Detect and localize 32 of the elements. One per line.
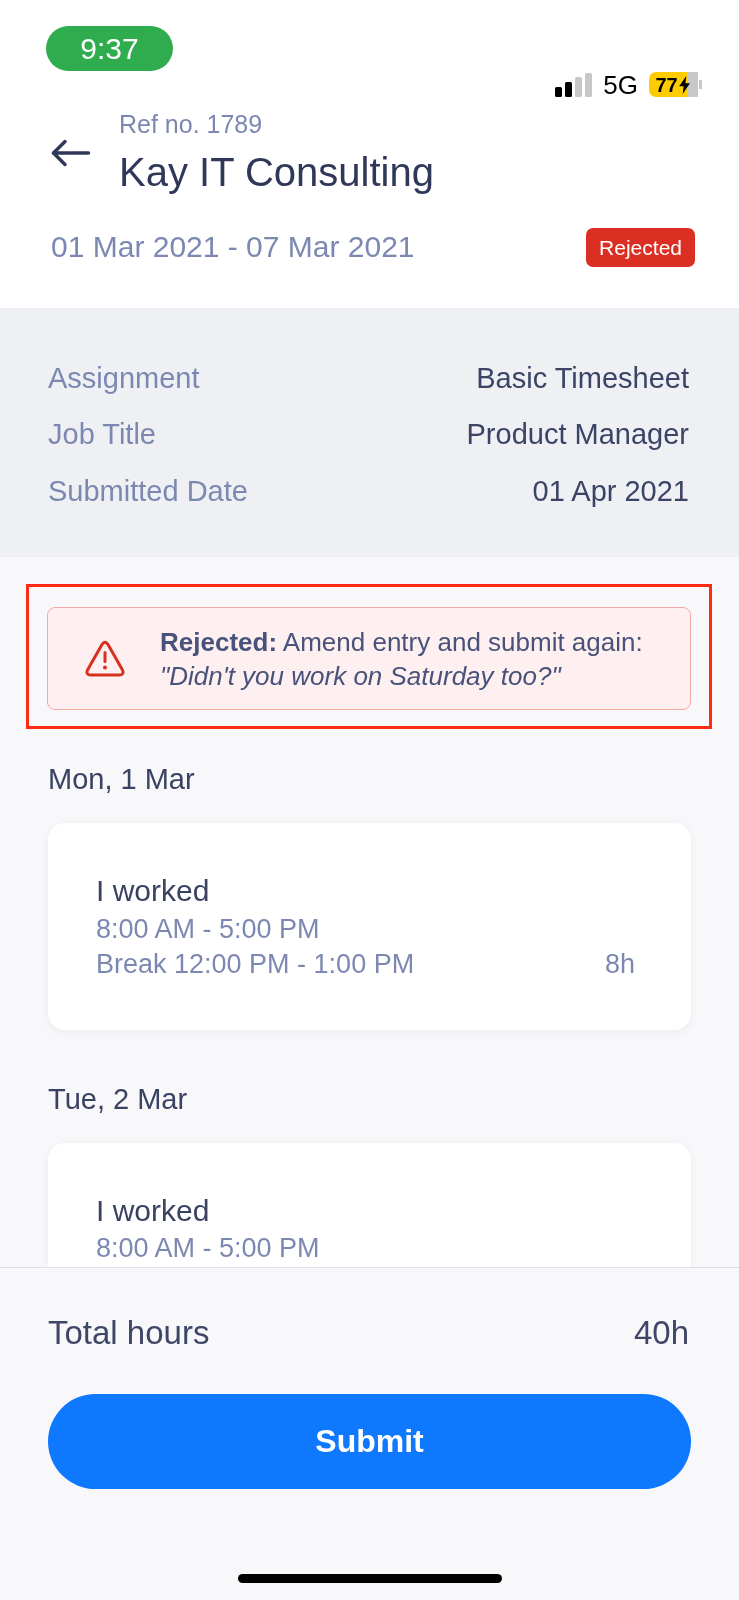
network-label: 5G <box>603 71 638 98</box>
entry-time: 8:00 AM - 5:00 PM <box>96 912 321 946</box>
alert-message: Rejected: Amend entry and submit again: "Didn't you work on Saturday too?" <box>160 625 644 693</box>
back-arrow-icon <box>51 138 91 167</box>
back-button[interactable] <box>51 138 91 167</box>
entry-title: I worked <box>96 873 211 909</box>
date-range: 01 Mar 2021 - 07 Mar 2021 <box>51 229 415 265</box>
detail-value: Product Manager <box>466 417 689 452</box>
detail-value: Basic Timesheet <box>476 360 689 396</box>
entry-break: Break 12:00 PM - 1:00 PM <box>96 947 415 981</box>
warning-icon <box>85 640 125 677</box>
detail-label: Assignment <box>48 360 200 396</box>
submit-button[interactable]: Submit <box>48 1394 691 1489</box>
total-label: Total hours <box>48 1312 210 1353</box>
status-badge: Rejected <box>586 227 695 267</box>
charging-bolt-icon <box>678 75 690 94</box>
company-title: Kay IT Consulting <box>119 149 434 196</box>
entry-card[interactable]: I worked 8:00 AM - 5:00 PM <box>48 1142 691 1267</box>
signal-icon <box>555 72 593 97</box>
status-time: 9:37 <box>46 26 173 71</box>
entry-title: I worked <box>96 1192 211 1229</box>
total-value: 40h <box>633 1312 689 1353</box>
reference-number: Ref no. 1789 <box>119 109 264 139</box>
entry-card[interactable]: I worked 8:00 AM - 5:00 PM Break 12:00 PM - 1:00 PM 8h <box>48 823 691 1030</box>
day-heading: Tue, 2 Mar <box>48 1081 189 1117</box>
detail-label: Job Title <box>48 417 156 452</box>
detail-label: Submitted Date <box>48 473 248 509</box>
entry-hours: 8h <box>604 947 635 981</box>
detail-value: 01 Apr 2021 <box>532 473 689 509</box>
battery-percentage: 77 <box>655 73 678 96</box>
day-heading: Mon, 1 Mar <box>48 762 196 797</box>
entry-time: 8:00 AM - 5:00 PM <box>96 1232 321 1265</box>
